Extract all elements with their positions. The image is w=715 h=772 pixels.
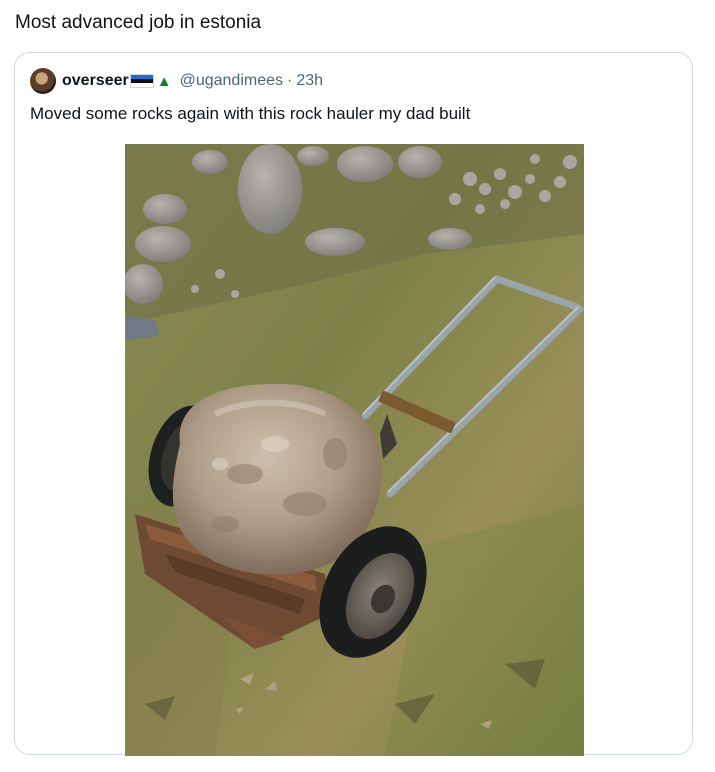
tweet-photo[interactable]	[125, 144, 584, 756]
timestamp[interactable]: 23h	[296, 72, 323, 90]
evergreen-tree-icon: ▲	[156, 72, 172, 90]
estonia-flag-icon	[129, 74, 154, 88]
user-handle[interactable]: @ugandimees	[180, 72, 283, 90]
avatar[interactable]	[30, 68, 56, 94]
separator-dot: ·	[287, 72, 293, 89]
post-text: Most advanced job in estonia	[15, 12, 262, 33]
display-name[interactable]: overseer	[62, 72, 129, 90]
quoted-tweet-text: Moved some rocks again with this rock ha…	[30, 104, 471, 123]
quoted-tweet-card[interactable]: overseer ▲ @ugandimees · 23h Moved some …	[14, 52, 693, 756]
quoted-tweet-header: overseer ▲ @ugandimees · 23h	[30, 67, 323, 95]
